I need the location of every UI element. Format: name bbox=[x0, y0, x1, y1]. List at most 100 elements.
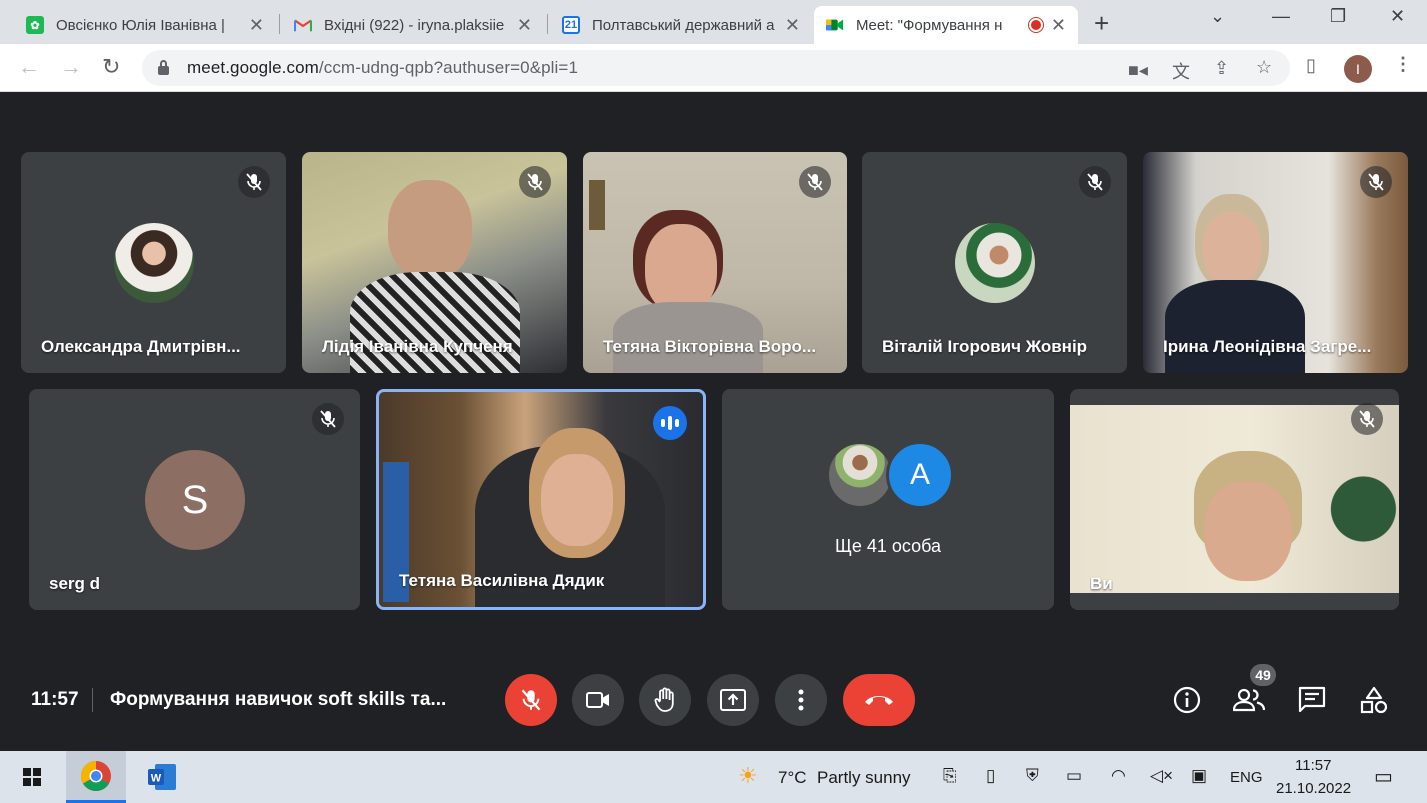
participant-video bbox=[1204, 481, 1292, 581]
close-icon[interactable]: ✕ bbox=[249, 15, 264, 36]
taskbar-chrome[interactable] bbox=[66, 751, 126, 803]
maximize-button[interactable]: ❐ bbox=[1330, 6, 1346, 27]
green-app-icon: ✿ bbox=[26, 16, 44, 34]
url-path: /ccm-udng-qpb?authuser=0&pli=1 bbox=[318, 58, 579, 77]
avatar[interactable]: I bbox=[1344, 55, 1372, 83]
call-end-icon bbox=[865, 696, 893, 705]
tab-meet[interactable]: Meet: "Формування н ✕ bbox=[814, 6, 1078, 44]
participant-tile[interactable]: Віталій Ігорович Жовнір bbox=[862, 152, 1127, 373]
avatar: S bbox=[145, 450, 245, 550]
participant-name: Ірина Леонідівна Загре... bbox=[1163, 337, 1372, 356]
meeting-details-button[interactable] bbox=[1171, 684, 1203, 716]
tab-title: Полтавський державний а bbox=[592, 16, 775, 34]
participant-name: Ви bbox=[1090, 574, 1113, 593]
participant-tile-speaking[interactable]: Тетяна Василівна Дядик bbox=[376, 389, 706, 610]
participant-name: Олександра Дмитрівн... bbox=[41, 337, 241, 356]
share-icon[interactable]: ⇪ bbox=[1214, 58, 1229, 79]
tab-search-icon[interactable]: ⌄ bbox=[1210, 6, 1225, 27]
svg-text:W: W bbox=[151, 773, 162, 785]
participant-video bbox=[645, 224, 717, 314]
tab-calendar[interactable]: 21 Полтавський державний а ✕ bbox=[550, 6, 812, 44]
meet-now-icon[interactable]: ⎘ bbox=[943, 766, 957, 786]
info-icon bbox=[1173, 686, 1201, 714]
mic-off-icon bbox=[1360, 166, 1392, 198]
weather-description[interactable]: Partly sunny bbox=[817, 768, 911, 788]
display-icon[interactable]: ▣ bbox=[1191, 766, 1207, 786]
participant-photo bbox=[826, 441, 894, 509]
participant-tile[interactable]: Олександра Дмитрівн... bbox=[21, 152, 286, 373]
system-time[interactable]: 11:57 bbox=[1295, 757, 1331, 774]
participant-name: Віталій Ігорович Жовнір bbox=[882, 337, 1088, 356]
present-screen-button[interactable] bbox=[707, 674, 759, 726]
participant-video bbox=[541, 454, 613, 546]
phone-icon[interactable]: ▯ bbox=[986, 766, 995, 786]
chrome-icon bbox=[80, 760, 111, 791]
mic-off-icon bbox=[1351, 403, 1383, 435]
others-count-label: Ще 41 особа bbox=[834, 536, 942, 556]
videocam-icon bbox=[586, 692, 609, 708]
notifications-icon[interactable]: ▭ bbox=[1374, 764, 1393, 789]
close-icon[interactable]: ✕ bbox=[785, 15, 800, 36]
bookmark-star-icon[interactable]: ☆ bbox=[1256, 57, 1272, 78]
mic-off-icon bbox=[521, 689, 541, 711]
meeting-title: Формування навичок soft skills та... bbox=[110, 689, 447, 710]
close-icon[interactable]: ✕ bbox=[517, 15, 532, 36]
participant-tile[interactable]: S serg d bbox=[29, 389, 360, 610]
minimize-button[interactable]: — bbox=[1272, 6, 1290, 27]
wifi-icon[interactable]: ◠ bbox=[1111, 766, 1126, 786]
participant-video bbox=[1203, 212, 1261, 286]
mic-off-icon bbox=[238, 166, 270, 198]
weather-temp[interactable]: 7°C bbox=[778, 768, 807, 788]
address-bar[interactable]: meet.google.com/ccm-udng-qpb?authuser=0&… bbox=[142, 50, 1290, 86]
lock-icon[interactable] bbox=[158, 59, 169, 75]
participant-tile[interactable]: Тетяна Вікторівна Воро... bbox=[583, 152, 847, 373]
new-tab-button[interactable]: + bbox=[1094, 8, 1109, 39]
activities-button[interactable] bbox=[1358, 684, 1390, 716]
camera-toggle-button[interactable] bbox=[572, 674, 624, 726]
chat-button[interactable] bbox=[1296, 684, 1328, 716]
hand-icon bbox=[654, 687, 674, 712]
battery-icon[interactable]: ▭ bbox=[1066, 766, 1082, 786]
close-window-button[interactable]: ✕ bbox=[1390, 6, 1405, 27]
menu-icon[interactable]: ⋮ bbox=[1394, 54, 1412, 75]
camera-icon[interactable]: ■◂ bbox=[1128, 60, 1148, 81]
present-icon bbox=[720, 689, 746, 711]
start-button[interactable] bbox=[12, 751, 52, 803]
translate-icon[interactable]: 文 bbox=[1172, 58, 1190, 84]
system-date[interactable]: 21.10.2022 bbox=[1276, 780, 1351, 797]
raise-hand-button[interactable] bbox=[639, 674, 691, 726]
self-tile[interactable]: Ви bbox=[1070, 389, 1399, 610]
others-tile[interactable]: A Ще 41 особа bbox=[722, 389, 1054, 610]
people-button[interactable] bbox=[1233, 684, 1265, 716]
people-count-badge: 49 bbox=[1250, 664, 1276, 686]
forward-button[interactable]: → bbox=[60, 54, 82, 80]
tab-title: Meet: "Формування н bbox=[856, 16, 1003, 34]
side-panel-icon[interactable]: ▯ bbox=[1306, 55, 1316, 76]
taskbar-word[interactable]: W bbox=[134, 751, 190, 803]
leave-call-button[interactable] bbox=[843, 674, 915, 726]
input-language[interactable]: ENG bbox=[1230, 769, 1263, 786]
mic-toggle-button[interactable] bbox=[505, 674, 557, 726]
participant-name: Лідія Іванівна Купченя bbox=[322, 337, 513, 356]
close-icon[interactable]: ✕ bbox=[1051, 15, 1066, 36]
weather-icon[interactable]: ☀ bbox=[738, 763, 758, 789]
browser-tab-strip: ✿ Овсієнко Юлія Іванівна | ✕ Вхідні (922… bbox=[0, 0, 1427, 44]
participant-tile[interactable]: Ірина Леонідівна Загре... bbox=[1143, 152, 1408, 373]
tab-ovsiienko[interactable]: ✿ Овсієнко Юлія Іванівна | ✕ bbox=[14, 6, 276, 44]
calendar-icon: 21 bbox=[562, 16, 580, 34]
gmail-icon bbox=[294, 16, 312, 34]
participant-name: Тетяна Вікторівна Воро... bbox=[603, 337, 817, 356]
mic-off-icon bbox=[799, 166, 831, 198]
participant-tile[interactable]: Лідія Іванівна Купченя bbox=[302, 152, 567, 373]
more-vert-icon bbox=[798, 689, 804, 711]
mic-off-icon bbox=[1079, 166, 1111, 198]
participant-photo bbox=[114, 223, 194, 303]
tab-gmail[interactable]: Вхідні (922) - iryna.plaksiie ✕ bbox=[282, 6, 544, 44]
more-options-button[interactable] bbox=[775, 674, 827, 726]
reload-button[interactable]: ↻ bbox=[102, 54, 120, 80]
volume-muted-icon[interactable]: ◁× bbox=[1150, 766, 1173, 786]
speaking-indicator-icon bbox=[653, 406, 687, 440]
meet-icon bbox=[826, 16, 844, 34]
security-shield-icon[interactable]: ⛨ bbox=[1026, 766, 1039, 786]
back-button[interactable]: ← bbox=[18, 54, 40, 80]
